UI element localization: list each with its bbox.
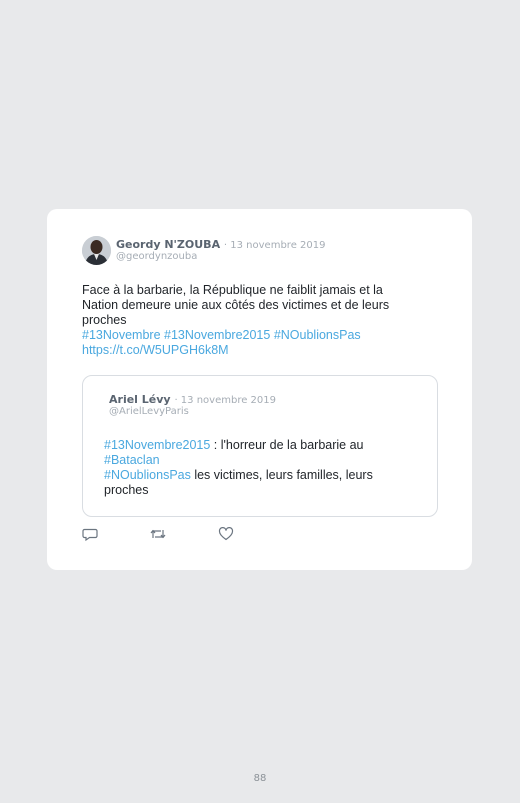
quoted-text-segment: proches: [104, 483, 149, 497]
quoted-text-segment: : l'horreur de la barbarie au: [210, 438, 364, 452]
page-number: 88: [253, 773, 267, 784]
author-handle[interactable]: @geordynzouba: [116, 251, 197, 262]
tweet-date[interactable]: · 13 novembre 2019: [224, 240, 326, 251]
tweet-text: Face à la barbarie, la République ne fai…: [82, 283, 432, 358]
hashtag-link[interactable]: #13Novembre2015: [104, 438, 210, 452]
author-name-text[interactable]: Geordy N'ZOUBA: [116, 238, 220, 251]
quoted-author-name[interactable]: Ariel Lévy · 13 novembre 2019: [109, 393, 276, 406]
tweet-url-link[interactable]: https://t.co/W5UPGH6k8M: [82, 343, 229, 357]
quoted-tweet[interactable]: Ariel Lévy · 13 novembre 2019 @ArielLevy…: [82, 375, 438, 517]
author-name[interactable]: Geordy N'ZOUBA · 13 novembre 2019: [116, 238, 325, 251]
quoted-author-handle[interactable]: @ArielLevyParis: [109, 406, 189, 417]
reply-button[interactable]: [82, 526, 100, 542]
quoted-author-name-text[interactable]: Ariel Lévy: [109, 393, 171, 406]
reply-icon: [82, 528, 98, 542]
avatar[interactable]: [82, 236, 111, 265]
hashtag-link[interactable]: #NOublionsPas: [274, 328, 361, 342]
tweet-text-line: proches: [82, 313, 127, 327]
retweet-icon: [150, 529, 166, 539]
hashtag-link[interactable]: #Bataclan: [104, 453, 160, 467]
tweet-card: Geordy N'ZOUBA · 13 novembre 2019 @geord…: [47, 209, 472, 570]
like-button[interactable]: [218, 526, 236, 542]
hashtag-link[interactable]: #NOublionsPas: [104, 468, 191, 482]
heart-icon: [218, 527, 234, 541]
quoted-text-segment: les victimes, leurs familles, leurs: [190, 468, 373, 482]
avatar-image: [82, 236, 111, 265]
tweet-text-line: Nation demeure unie aux côtés des victim…: [82, 298, 390, 312]
retweet-button[interactable]: [149, 526, 167, 542]
hashtag-link[interactable]: #13Novembre: [82, 328, 161, 342]
tweet-text-line: Face à la barbarie, la République ne fai…: [82, 283, 383, 297]
quoted-tweet-text: #13Novembre2015 : l'horreur de la barbar…: [104, 438, 414, 498]
hashtag-link[interactable]: #13Novembre2015: [164, 328, 270, 342]
quoted-tweet-date[interactable]: · 13 novembre 2019: [174, 395, 276, 406]
